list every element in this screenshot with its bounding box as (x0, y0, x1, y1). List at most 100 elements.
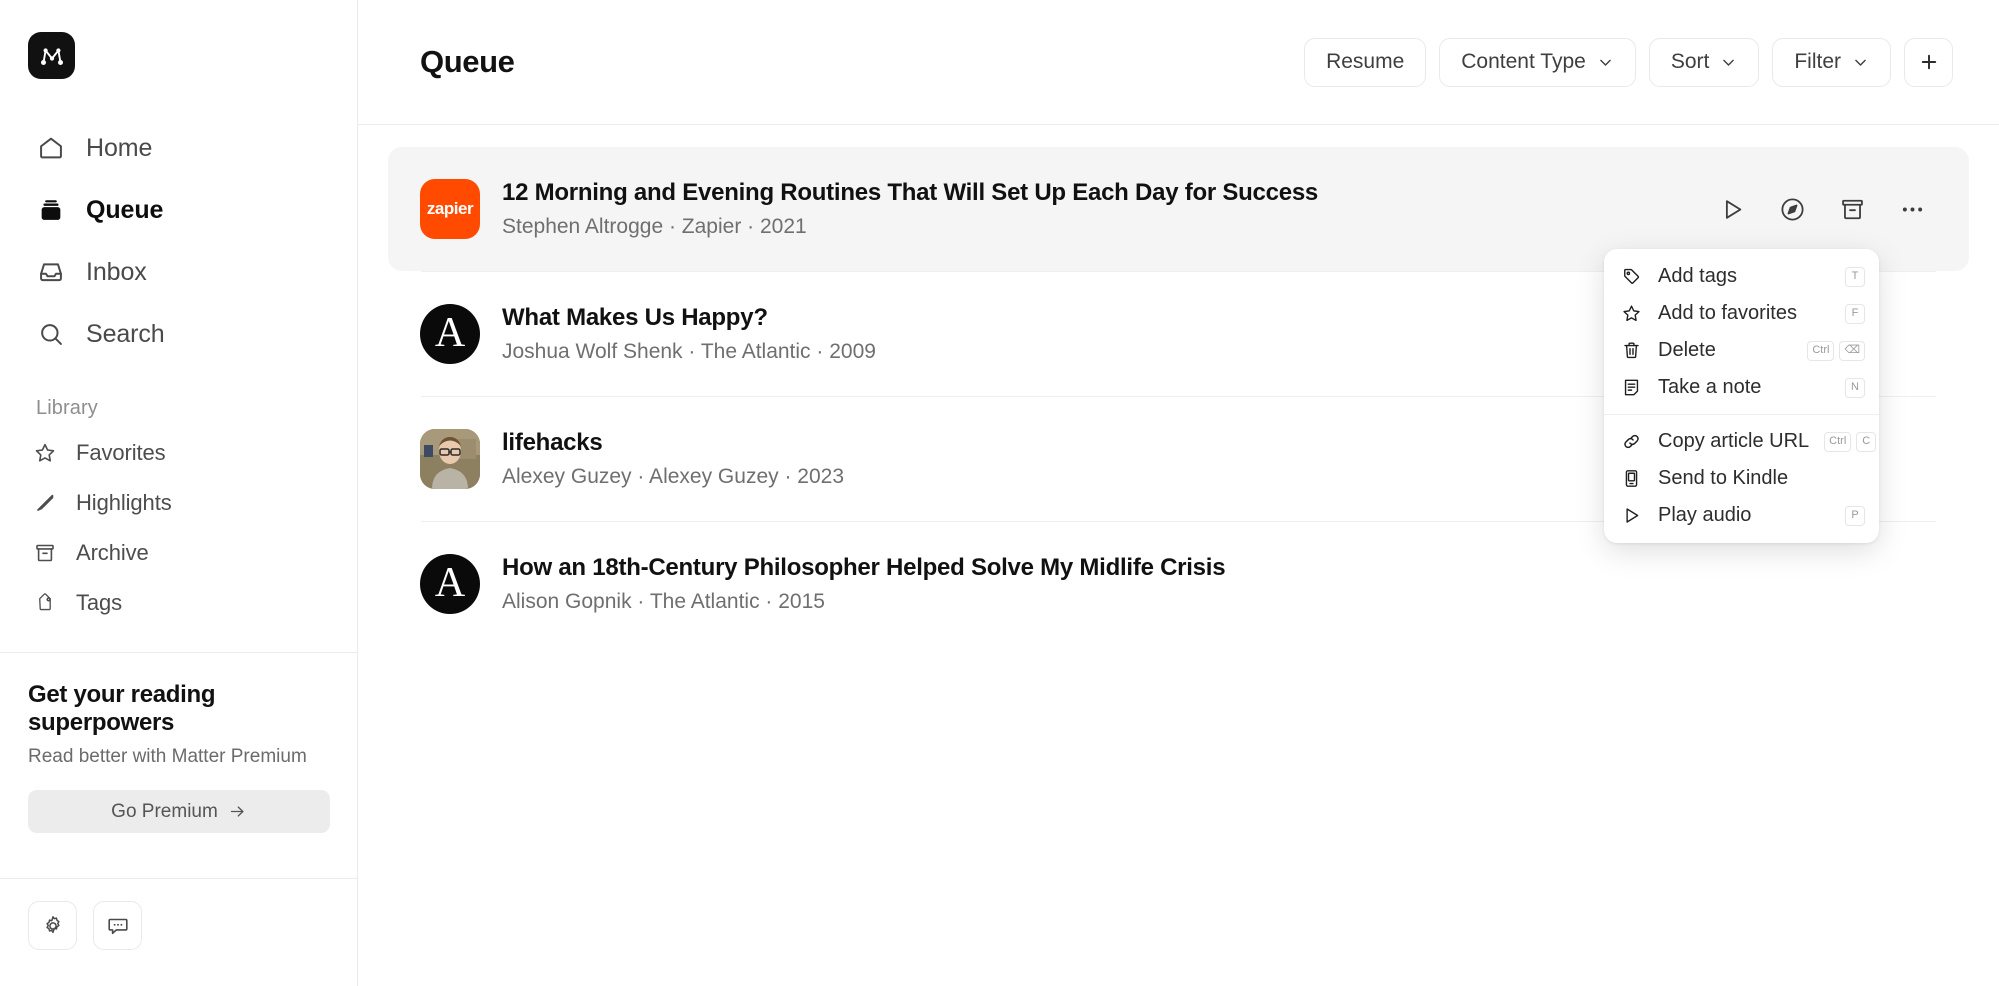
menu-item-delete[interactable]: Delete Ctrl ⌫ (1604, 332, 1879, 369)
play-icon (1620, 504, 1643, 527)
menu-item-label: Add tags (1658, 265, 1737, 287)
article-title: 12 Morning and Evening Routines That Wil… (502, 179, 1319, 206)
kbd-key: P (1845, 505, 1865, 526)
kbd-key: Ctrl (1824, 431, 1852, 452)
chevron-down-icon (1597, 54, 1614, 71)
gear-icon (41, 914, 65, 938)
row-actions (1715, 192, 1937, 226)
sidebar-item-archive[interactable]: Archive (0, 528, 357, 578)
sidebar-item-search[interactable]: Search (0, 303, 357, 365)
promo-subtitle: Read better with Matter Premium (28, 746, 307, 767)
sidebar-item-favorites[interactable]: Favorites (0, 428, 357, 478)
chevron-down-icon (1720, 54, 1737, 71)
content-type-label: Content Type (1461, 50, 1586, 73)
shortcut-keys: P (1845, 505, 1865, 526)
author-avatar (420, 429, 480, 489)
kbd-key: T (1845, 266, 1865, 287)
more-options-action[interactable] (1895, 192, 1929, 226)
top-toolbar: Queue Resume Content Type Sort Filter (358, 0, 1999, 125)
library-navigation: Favorites Highlights Archive Tags (0, 428, 357, 628)
resume-label: Resume (1326, 50, 1405, 73)
sidebar-item-label: Inbox (86, 257, 147, 286)
premium-promo: Get your reading superpowers Read better… (0, 653, 357, 833)
settings-button[interactable] (28, 901, 77, 950)
go-premium-button[interactable]: Go Premium (28, 790, 330, 833)
toolbar-actions: Resume Content Type Sort Filter (1304, 37, 1953, 87)
shortcut-keys: T (1845, 266, 1865, 287)
menu-divider (1604, 414, 1879, 415)
resume-button[interactable]: Resume (1304, 37, 1427, 87)
article-meta: Alexey Guzey · Alexey Guzey · 2023 (502, 465, 844, 488)
article-meta: Stephen Altrogge · Zapier · 2021 (502, 215, 807, 238)
atlantic-logo-text: A (434, 559, 466, 606)
publication-logo: A (420, 554, 480, 614)
link-icon (1620, 430, 1643, 453)
sidebar-item-inbox[interactable]: Inbox (0, 241, 357, 303)
archive-action[interactable] (1835, 192, 1869, 226)
discover-action[interactable] (1775, 192, 1809, 226)
add-button[interactable] (1904, 37, 1953, 87)
sidebar-item-home[interactable]: Home (0, 117, 357, 179)
sidebar: Home Queue Inbox Search Library Favorite… (0, 0, 358, 986)
pen-icon (32, 490, 58, 516)
logo-container (0, 0, 357, 79)
promo-title: Get your reading superpowers (28, 681, 216, 736)
matter-logo-icon[interactable] (28, 32, 75, 79)
article-title: What Makes Us Happy? (502, 304, 768, 331)
inbox-icon (36, 257, 66, 287)
menu-item-label: Send to Kindle (1658, 467, 1789, 489)
menu-item-play-audio[interactable]: Play audio P (1604, 497, 1879, 534)
menu-item-label: Play audio (1658, 504, 1752, 526)
page-title: Queue (420, 44, 515, 79)
tag-icon (32, 590, 58, 616)
kbd-key: ⌫ (1839, 340, 1865, 361)
menu-item-send-to-kindle[interactable]: Send to Kindle (1604, 460, 1879, 497)
article-meta: Joshua Wolf Shenk · The Atlantic · 2009 (502, 340, 876, 363)
chevron-down-icon (1852, 54, 1869, 71)
kbd-key: F (1845, 303, 1865, 324)
sidebar-item-tags[interactable]: Tags (0, 578, 357, 628)
row-text: How an 18th-Century Philosopher Helped S… (502, 554, 1226, 614)
context-menu: Add tags T Add to favorites F Delete Ctr… (1604, 249, 1879, 543)
menu-item-add-tags[interactable]: Add tags T (1604, 258, 1879, 295)
menu-item-label: Add to favorites (1658, 302, 1797, 324)
sidebar-item-queue[interactable]: Queue (0, 179, 357, 241)
note-icon (1620, 376, 1643, 399)
sort-button[interactable]: Sort (1648, 37, 1760, 87)
library-section-label: Library (36, 397, 98, 419)
app-root: Home Queue Inbox Search Library Favorite… (0, 0, 1999, 986)
menu-item-add-to-favorites[interactable]: Add to favorites F (1604, 295, 1879, 332)
sidebar-footer (0, 878, 357, 986)
star-icon (32, 440, 58, 466)
arrow-right-icon (228, 802, 247, 821)
sidebar-item-label: Highlights (76, 490, 172, 515)
shortcut-keys: Ctrl ⌫ (1807, 340, 1865, 361)
go-premium-label: Go Premium (111, 800, 218, 822)
kindle-icon (1620, 467, 1643, 490)
sidebar-item-highlights[interactable]: Highlights (0, 478, 357, 528)
zapier-logo-text: zapier (426, 199, 474, 218)
row-text: 12 Morning and Evening Routines That Wil… (502, 179, 1318, 239)
kbd-key: Ctrl (1807, 340, 1835, 361)
archive-icon (32, 540, 58, 566)
play-audio-action[interactable] (1715, 192, 1749, 226)
menu-item-label: Delete (1658, 339, 1716, 361)
publication-logo: zapier (420, 179, 480, 239)
kbd-key: C (1856, 431, 1877, 452)
content-type-button[interactable]: Content Type (1439, 37, 1636, 87)
menu-item-take-a-note[interactable]: Take a note N (1604, 369, 1879, 406)
filter-button[interactable]: Filter (1772, 37, 1891, 87)
search-icon (36, 319, 66, 349)
sidebar-item-label: Tags (76, 590, 123, 615)
plus-icon (1918, 51, 1940, 73)
tag-icon (1620, 265, 1643, 288)
publication-logo: A (420, 304, 480, 364)
trash-icon (1620, 339, 1643, 362)
sidebar-item-label: Home (86, 133, 153, 162)
sidebar-item-label: Favorites (76, 440, 166, 465)
queue-icon (36, 195, 66, 225)
feedback-button[interactable] (93, 901, 142, 950)
row-text: lifehacks Alexey Guzey · Alexey Guzey · … (502, 429, 844, 489)
menu-item-copy-article-url[interactable]: Copy article URL Ctrl C (1604, 423, 1879, 460)
